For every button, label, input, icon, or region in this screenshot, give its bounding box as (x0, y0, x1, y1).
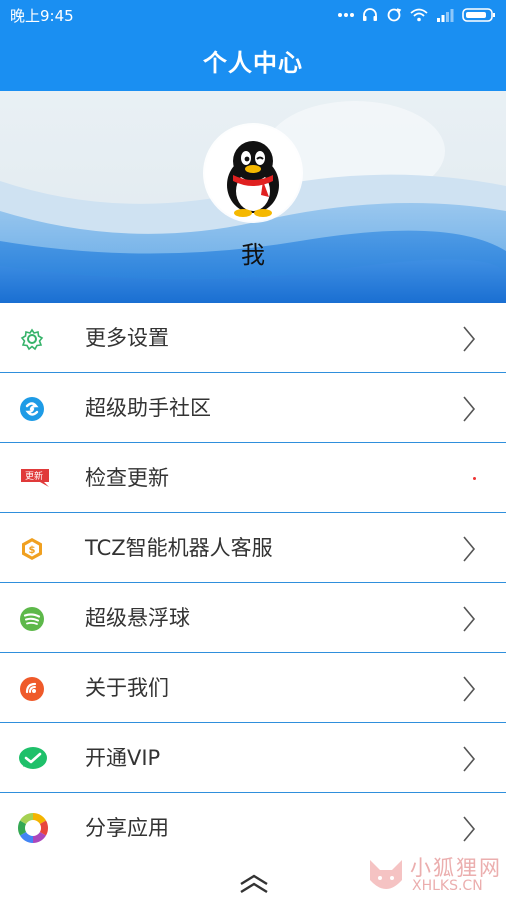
menu-item-label: 关于我们 (85, 676, 169, 700)
menu-item-label: 超级悬浮球 (85, 606, 190, 630)
robot-service-icon: $ (22, 538, 42, 560)
menu-item-label: 超级助手社区 (85, 396, 211, 420)
gear-icon (20, 328, 44, 351)
svg-text:$: $ (29, 545, 36, 556)
update-badge-icon: 更新 (21, 469, 49, 487)
menu-item-label: 检查更新 (85, 466, 169, 490)
watermark: 小狐狸网 XHLKS.CN (364, 852, 502, 898)
new-indicator-dot (473, 477, 476, 480)
floating-ball-icon (20, 607, 44, 631)
avatar[interactable] (205, 125, 301, 221)
status-bar: 晚上9:45 (0, 0, 506, 30)
chevron-right-icon (463, 816, 476, 842)
penguin-icon (227, 141, 279, 217)
menu-item-floating-ball[interactable]: 超级悬浮球 (0, 583, 506, 653)
chevron-right-icon (463, 396, 476, 422)
title-bar: 个人中心 (0, 30, 506, 91)
chevron-right-icon (463, 746, 476, 772)
menu-item-check-update[interactable]: 更新 检查更新 (0, 443, 506, 513)
username: 我 (241, 241, 265, 269)
chevron-right-icon (463, 676, 476, 702)
more-dots-icon (338, 13, 354, 17)
status-icons (338, 7, 496, 23)
sync-icon (387, 8, 402, 22)
share-icon (17, 813, 49, 843)
chevron-right-icon (463, 326, 476, 352)
chevron-right-icon (463, 536, 476, 562)
menu-item-more-settings[interactable]: 更多设置 (0, 303, 506, 373)
menu-item-about-us[interactable]: 关于我们 (0, 653, 506, 723)
battery-icon (462, 8, 495, 22)
wifi-icon (410, 8, 428, 22)
chevron-right-icon (463, 606, 476, 632)
vip-icon (19, 747, 47, 769)
community-icon (20, 397, 44, 421)
menu-item-community[interactable]: 超级助手社区 (0, 373, 506, 443)
menu-item-label: 开通VIP (85, 746, 161, 770)
watermark-url: XHLKS.CN (412, 878, 483, 894)
about-icon (20, 677, 44, 701)
fox-logo-icon (370, 860, 402, 889)
menu-item-label: 分享应用 (85, 816, 169, 840)
menu-item-vip[interactable]: 开通VIP (0, 723, 506, 793)
menu-item-robot-service[interactable]: $ TCZ智能机器人客服 (0, 513, 506, 583)
signal-icon (437, 9, 454, 22)
menu-item-label: 更多设置 (85, 326, 169, 350)
page-title: 个人中心 (203, 49, 303, 77)
status-time: 晚上9:45 (10, 6, 74, 25)
menu-item-label: TCZ智能机器人客服 (85, 536, 273, 560)
double-chevron-up-icon[interactable] (239, 873, 269, 895)
profile-banner: 我 (0, 91, 506, 303)
update-badge-text: 更新 (25, 470, 43, 482)
headset-icon (363, 8, 377, 21)
menu-list: 更多设置 超级助手社区 更新 检查更新 $ TCZ智能机器人客服 超级悬浮球 关… (0, 303, 506, 863)
